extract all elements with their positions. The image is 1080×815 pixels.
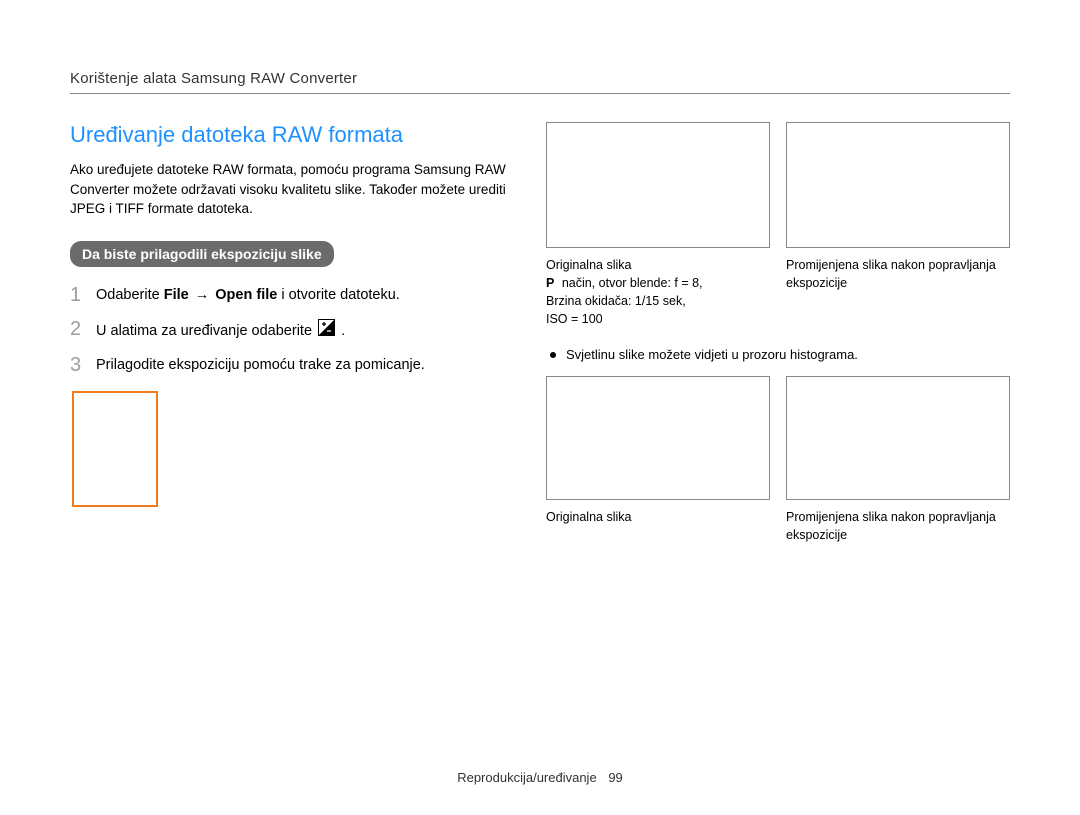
column-left: Uređivanje datoteka RAW formata Ako uređ…	[70, 122, 514, 562]
step-list: 1 Odaberite File → Open ﬁle i otvorite d…	[70, 283, 514, 378]
caption-row-top: Originalna slika P način, otvor blende: …	[546, 256, 1010, 329]
page-number: 99	[608, 770, 622, 785]
step-text-suffix: i otvorite datoteku.	[277, 287, 400, 303]
step-text: Prilagodite ekspoziciju pomoću trake za …	[96, 353, 425, 377]
header-title: Korištenje alata Samsung RAW Converter	[70, 70, 1010, 87]
step-text-bold-open: Open ﬁle	[215, 287, 277, 303]
panel-placeholder	[72, 391, 158, 507]
caption-iso: ISO = 100	[546, 310, 770, 328]
step-text-bold-file: File	[164, 287, 189, 303]
caption-original: Originalna slika P način, otvor blende: …	[546, 256, 770, 329]
caption-mode: P način, otvor blende: f = 8,	[546, 274, 770, 292]
arrow-icon: →	[195, 285, 210, 307]
exposure-icon	[318, 319, 335, 344]
step-text-after: .	[341, 323, 345, 339]
bullet-icon	[550, 352, 556, 358]
page-root: Korištenje alata Samsung RAW Converter U…	[0, 0, 1080, 815]
page-footer: Reprodukcija/uređivanje 99	[0, 770, 1080, 785]
columns: Uređivanje datoteka RAW formata Ako uređ…	[70, 122, 1010, 562]
caption-hist-adjusted: Promijenjena slika nakon popravljanja ek…	[786, 508, 1010, 544]
step-2: 2 U alatima za uređivanje odaberite	[70, 317, 514, 344]
step-1: 1 Odaberite File → Open ﬁle i otvorite d…	[70, 283, 514, 307]
step-3: 3 Prilagodite ekspoziciju pomoću trake z…	[70, 353, 514, 377]
image-adjusted	[786, 122, 1010, 248]
caption-title: Originalna slika	[546, 256, 770, 274]
step-number: 1	[70, 283, 96, 307]
caption-mode-text: način, otvor blende: f = 8,	[558, 276, 702, 290]
caption-row-bottom: Originalna slika Promijenjena slika nako…	[546, 508, 1010, 544]
caption-hist-original: Originalna slika	[546, 508, 770, 544]
step-text-before: U alatima za uređivanje odaberite	[96, 323, 316, 339]
step-text: U alatima za uređivanje odaberite .	[96, 317, 345, 344]
caption-adjusted: Promijenjena slika nakon popravljanja ek…	[786, 256, 1010, 329]
note-text: Svjetlinu slike možete vidjeti u prozoru…	[566, 347, 858, 362]
step-text-prefix: Odaberite	[96, 287, 164, 303]
histogram-original	[546, 376, 770, 500]
note: Svjetlinu slike možete vidjeti u prozoru…	[546, 347, 1010, 362]
intro-paragraph: Ako uređujete datoteke RAW formata, pomo…	[70, 160, 514, 219]
step-number: 3	[70, 353, 96, 377]
column-right: Originalna slika P način, otvor blende: …	[546, 122, 1010, 562]
histogram-row	[546, 376, 1010, 500]
step-number: 2	[70, 317, 96, 341]
p-mode-icon: P	[546, 276, 554, 290]
section-heading: Uređivanje datoteka RAW formata	[70, 122, 514, 148]
header-rule	[70, 93, 1010, 94]
footer-label: Reprodukcija/uređivanje	[457, 770, 596, 785]
subsection-pill: Da biste prilagodili ekspoziciju slike	[70, 241, 334, 267]
histogram-adjusted	[786, 376, 1010, 500]
image-original	[546, 122, 770, 248]
caption-shutter: Brzina okidača: 1/15 sek,	[546, 292, 770, 310]
step-text: Odaberite File → Open ﬁle i otvorite dat…	[96, 283, 400, 307]
image-row-top	[546, 122, 1010, 248]
